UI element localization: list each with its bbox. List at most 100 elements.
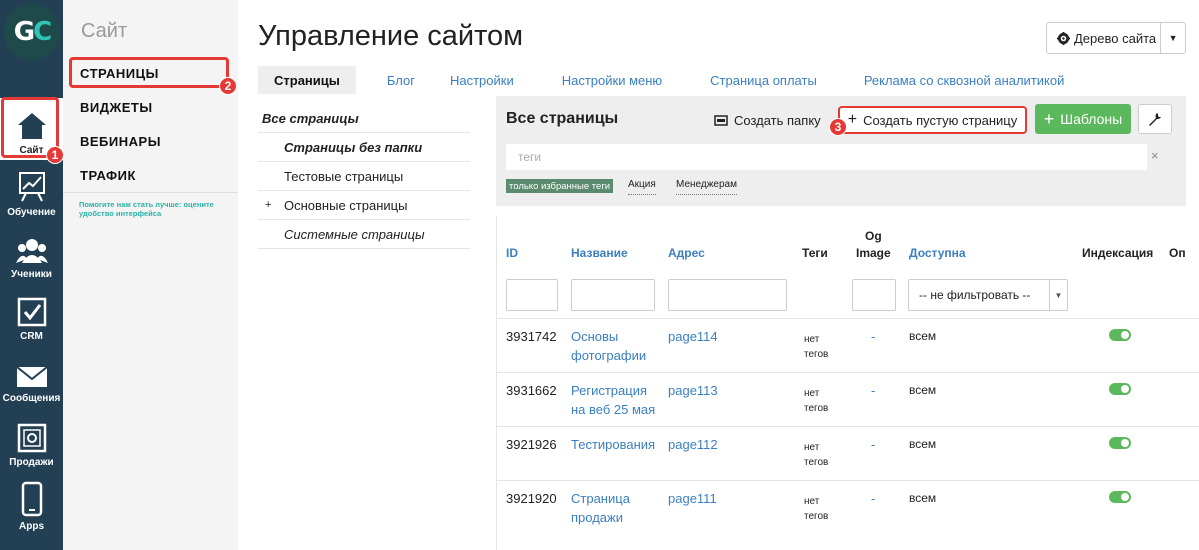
row-tags: нет тегов <box>804 334 829 360</box>
folder-label: Основные страницы <box>284 197 408 213</box>
row-og[interactable]: - <box>871 489 875 508</box>
plus-icon: + <box>847 111 858 128</box>
row-address-link[interactable]: page113 <box>668 381 718 400</box>
tab-pages[interactable]: Страницы <box>258 66 356 94</box>
column-header-cut: Оп <box>1169 246 1186 260</box>
filter-og-input[interactable] <box>852 279 896 311</box>
clear-tags-icon[interactable]: × <box>1151 148 1159 163</box>
folder-icon <box>714 115 728 126</box>
templates-button[interactable]: + Шаблоны <box>1035 104 1131 134</box>
gc-logo[interactable]: GC <box>4 4 60 60</box>
row-name-link[interactable]: Страница продажи <box>571 489 630 527</box>
row-name-link[interactable]: Основы фотографии <box>571 327 646 365</box>
nav-item-widgets[interactable]: ВИДЖЕТЫ <box>80 100 153 115</box>
row-name-link[interactable]: Регистрация на веб 25 мая <box>571 381 655 419</box>
rail-item-learning[interactable]: Обучение <box>0 160 63 222</box>
rail-item-sales[interactable]: Продажи <box>0 410 63 472</box>
tab-settings[interactable]: Настройки <box>450 66 514 94</box>
indexing-toggle[interactable] <box>1109 491 1131 503</box>
pages-table: ID Название Адрес Теги Og Image Доступна… <box>496 216 1199 550</box>
create-empty-page-button[interactable]: + Создать пустую страницу <box>838 106 1027 134</box>
divider <box>63 192 238 193</box>
table-row: 3921920 Страница продажи page111 нет тегов… <box>497 480 1199 550</box>
filter-address-input[interactable] <box>668 279 787 311</box>
chart-board-icon <box>18 172 45 202</box>
row-og[interactable]: - <box>871 327 875 346</box>
nav-item-pages[interactable]: СТРАНИЦЫ <box>80 66 159 81</box>
row-available: всем <box>909 329 937 343</box>
chevron-down-icon: ▼ <box>1049 280 1067 310</box>
page-title: Управление сайтом <box>258 20 524 52</box>
tag-promo[interactable]: Акция <box>628 179 656 195</box>
folder-system-pages[interactable]: Системные страницы <box>258 220 470 249</box>
envelope-icon <box>15 366 48 387</box>
wrench-icon <box>1149 113 1161 126</box>
site-tree-label: Дерево сайта <box>1074 30 1157 46</box>
filter-name-input[interactable] <box>571 279 655 311</box>
column-header-indexing: Индексация <box>1082 246 1154 260</box>
feedback-link[interactable]: Помогите нам стать лучше: оцените удобст… <box>79 200 229 218</box>
rail-item-label: Apps <box>19 521 44 532</box>
tab-menu-settings[interactable]: Настройки меню <box>562 66 662 94</box>
indexing-toggle[interactable] <box>1109 329 1131 341</box>
folder-all-pages[interactable]: Все страницы <box>258 104 470 133</box>
row-tags: нет тегов <box>804 496 829 522</box>
indexing-toggle[interactable] <box>1109 437 1131 449</box>
column-header-tags: Теги <box>802 246 828 260</box>
step-badge-3: 3 <box>829 118 847 136</box>
folder-no-folder[interactable]: Страницы без папки <box>258 133 470 162</box>
tab-payment-page[interactable]: Страница оплаты <box>710 66 817 94</box>
tag-managers[interactable]: Менеджерам <box>676 179 737 195</box>
row-name-link[interactable]: Тестирования <box>571 435 655 454</box>
row-address-link[interactable]: page112 <box>668 435 718 454</box>
tags-filter-input[interactable] <box>506 144 1147 170</box>
gear-icon <box>1057 31 1070 45</box>
folder-main-pages[interactable]: + Основные страницы <box>258 191 470 220</box>
table-row: 3931662 Регистрация на веб 25 мая page113… <box>497 372 1199 426</box>
tag-favorites-only[interactable]: только избранные теги <box>506 179 614 193</box>
plus-icon: + <box>1043 108 1055 129</box>
step-badge-1: 1 <box>46 146 64 164</box>
folder-test-pages[interactable]: Тестовые страницы <box>258 162 470 191</box>
tab-ads-analytics[interactable]: Реклама со сквозной аналитикой <box>864 66 1065 94</box>
column-header-address[interactable]: Адрес <box>668 246 705 260</box>
rail-item-label: Сообщения <box>2 393 61 404</box>
indexing-toggle[interactable] <box>1109 383 1131 395</box>
rail-item-crm[interactable]: CRM <box>0 284 63 346</box>
table-row: 3931742 Основы фотографии page114 нет тего… <box>497 318 1199 372</box>
panel-title: Все страницы <box>506 110 619 127</box>
phone-icon <box>21 481 42 517</box>
site-tree-button[interactable]: Дерево сайта ▼ <box>1046 22 1186 54</box>
column-header-name[interactable]: Название <box>571 246 628 260</box>
filter-id-input[interactable] <box>506 279 558 311</box>
users-icon <box>15 239 48 263</box>
rail-item-label: Ученики <box>11 269 52 280</box>
row-available: всем <box>909 437 937 451</box>
row-tags: нет тегов <box>804 442 829 468</box>
nav-item-webinars[interactable]: ВЕБИНАРЫ <box>80 134 161 149</box>
chevron-down-icon[interactable]: ▼ <box>1161 33 1185 43</box>
row-id: 3931742 <box>506 329 557 344</box>
row-og[interactable]: - <box>871 381 875 400</box>
nav-item-traffic[interactable]: ТРАФИК <box>80 168 136 183</box>
tab-blog[interactable]: Блог <box>387 66 415 94</box>
create-folder-button[interactable]: Создать папку <box>714 108 821 132</box>
step-badge-2: 2 <box>219 77 237 95</box>
rail-item-apps[interactable]: Apps <box>0 474 63 536</box>
expand-icon[interactable]: + <box>265 199 284 211</box>
row-id: 3921920 <box>506 491 557 506</box>
section-title: Сайт <box>81 20 128 42</box>
filter-available-select[interactable]: -- не фильтровать -- ▼ <box>908 279 1068 311</box>
row-address-link[interactable]: page114 <box>668 327 718 346</box>
column-header-og: Og <box>865 229 882 243</box>
settings-wrench-button[interactable] <box>1138 104 1172 134</box>
row-og[interactable]: - <box>871 435 875 454</box>
rail-item-students[interactable]: Ученики <box>0 222 63 284</box>
column-header-id[interactable]: ID <box>506 246 518 260</box>
row-address-link[interactable]: page111 <box>668 489 717 508</box>
rail-item-messages[interactable]: Сообщения <box>0 346 63 408</box>
rail-item-label: Продажи <box>9 457 54 468</box>
row-id: 3931662 <box>506 383 557 398</box>
column-header-available[interactable]: Доступна <box>909 246 966 260</box>
column-header-og-image: Image <box>856 246 891 260</box>
